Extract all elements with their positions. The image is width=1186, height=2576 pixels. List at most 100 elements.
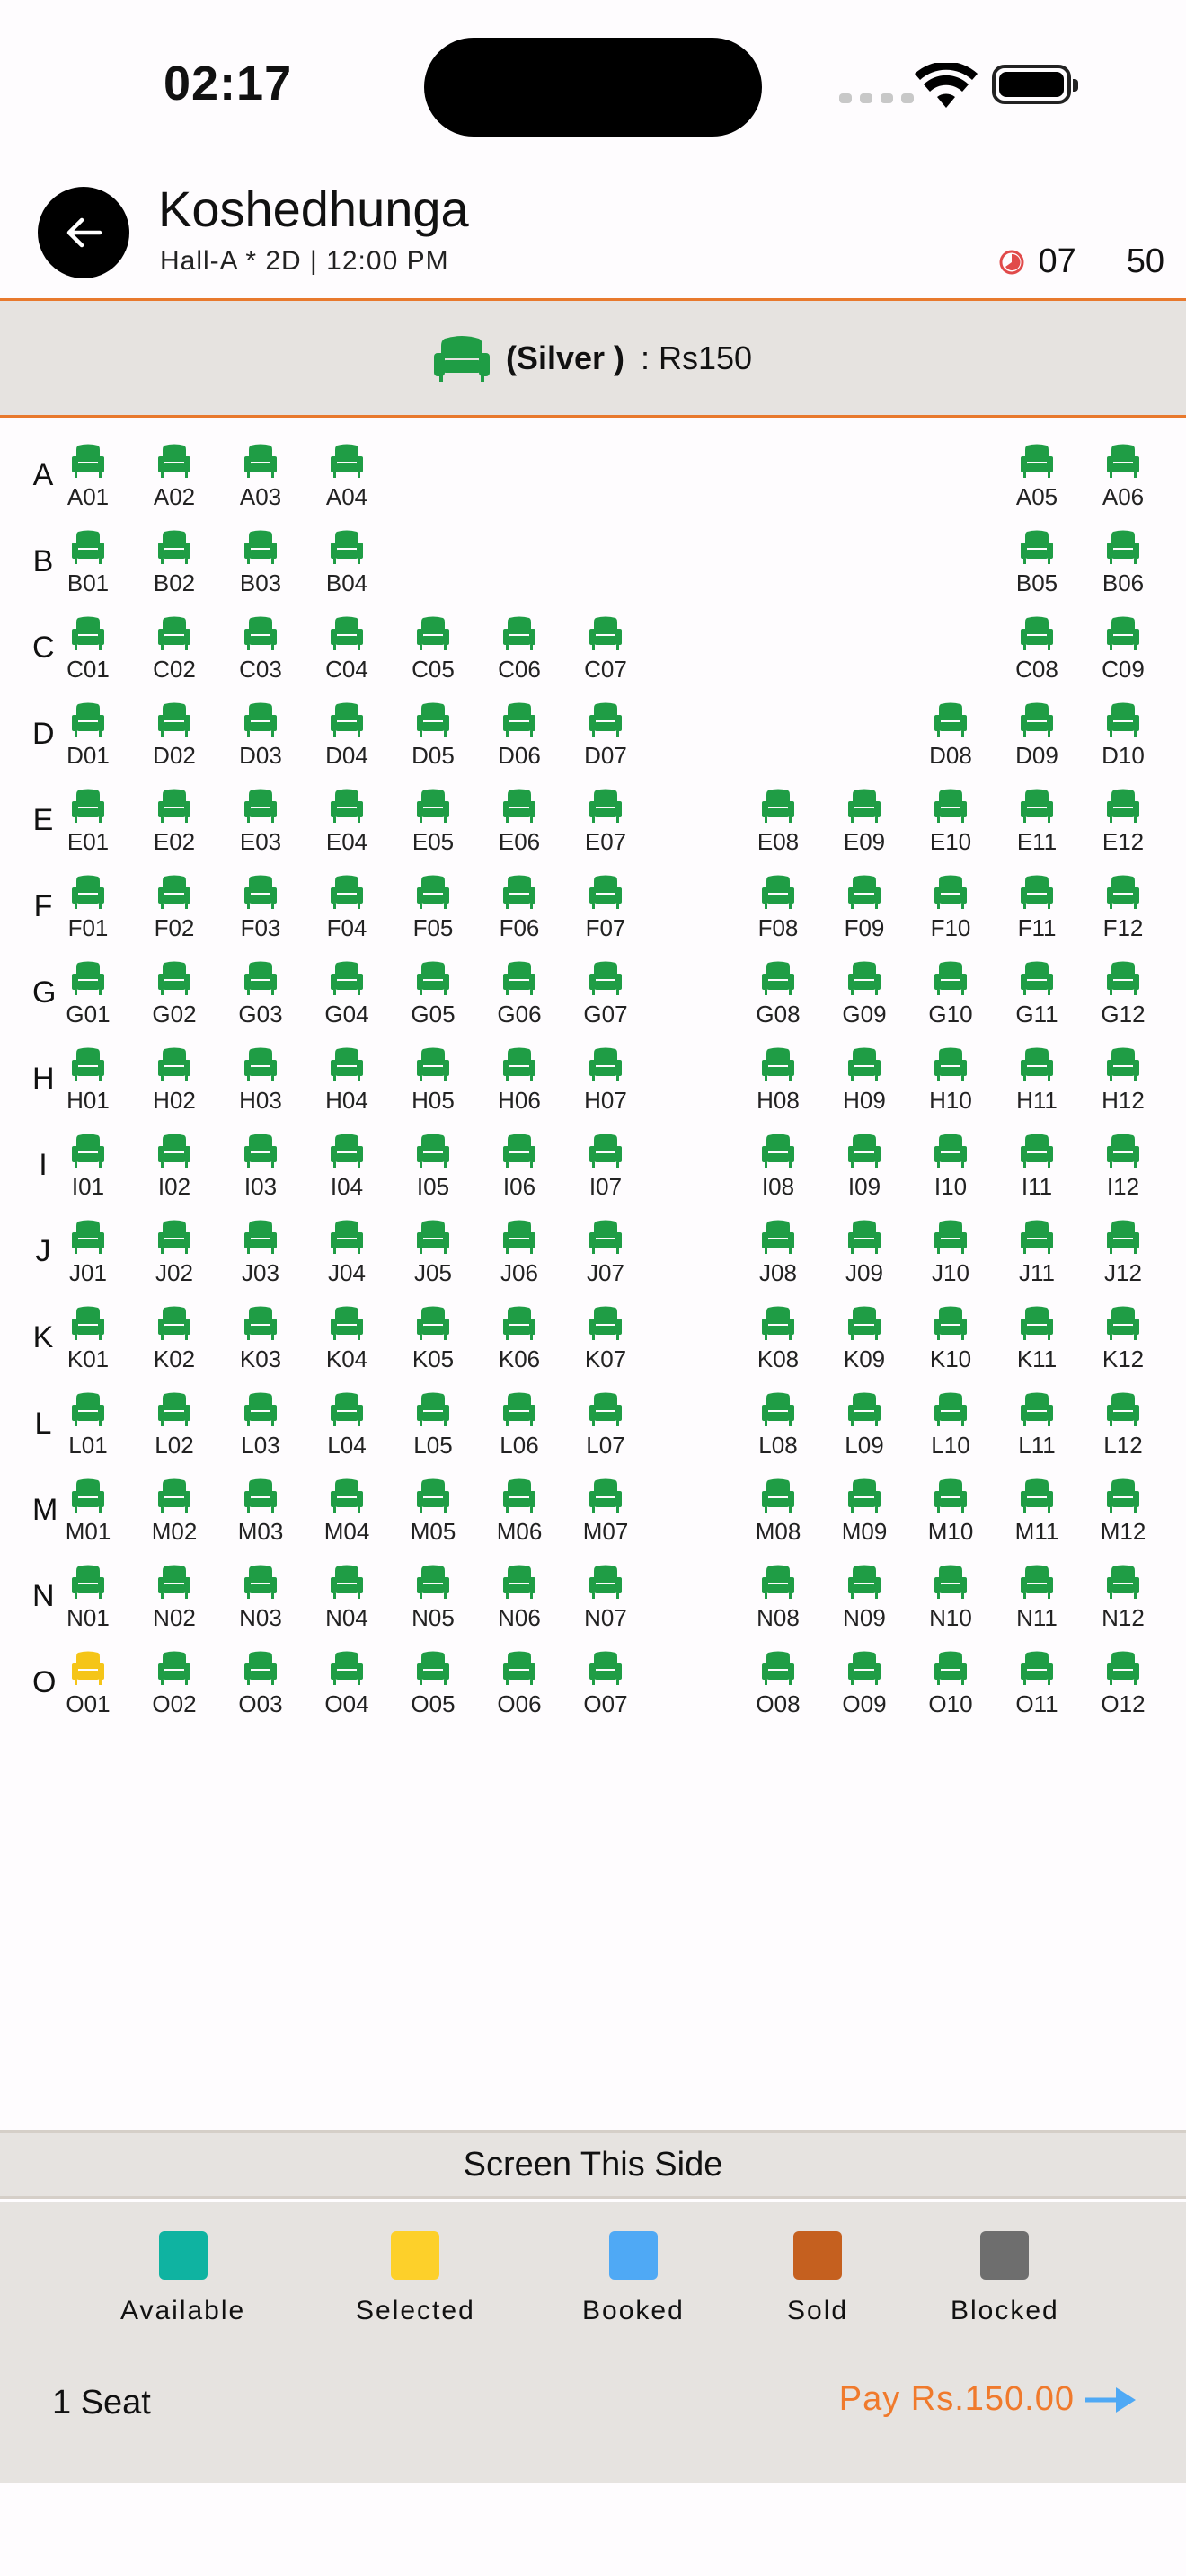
seat[interactable]: L03 [220, 1389, 301, 1469]
seat[interactable]: I07 [565, 1130, 646, 1211]
seat[interactable]: M07 [565, 1475, 646, 1556]
seat[interactable]: N12 [1083, 1561, 1164, 1642]
seat[interactable]: O06 [479, 1647, 560, 1728]
seat[interactable]: C08 [996, 613, 1077, 693]
seat[interactable]: G06 [479, 957, 560, 1038]
seat[interactable]: O01 [48, 1647, 128, 1728]
seat[interactable]: E07 [565, 785, 646, 866]
seat[interactable]: D04 [306, 699, 387, 780]
seat[interactable]: N09 [824, 1561, 905, 1642]
seat[interactable]: A06 [1083, 440, 1164, 521]
seat[interactable]: D01 [48, 699, 128, 780]
seat[interactable]: I12 [1083, 1130, 1164, 1211]
seat[interactable]: B05 [996, 526, 1077, 607]
seat[interactable]: H01 [48, 1044, 128, 1125]
seat[interactable]: F04 [306, 871, 387, 952]
pay-button[interactable]: Pay Rs.150.00 [839, 2380, 1136, 2419]
seat[interactable]: E06 [479, 785, 560, 866]
seat[interactable]: K01 [48, 1302, 128, 1383]
seat[interactable]: F09 [824, 871, 905, 952]
seat[interactable]: H07 [565, 1044, 646, 1125]
seat[interactable]: K02 [134, 1302, 215, 1383]
seat[interactable]: K06 [479, 1302, 560, 1383]
seat[interactable]: L08 [738, 1389, 819, 1469]
seat[interactable]: G01 [48, 957, 128, 1038]
seat[interactable]: E08 [738, 785, 819, 866]
seat[interactable]: H08 [738, 1044, 819, 1125]
seat[interactable]: J05 [393, 1216, 474, 1297]
seat[interactable]: N10 [910, 1561, 991, 1642]
seat[interactable]: E05 [393, 785, 474, 866]
seat[interactable]: G07 [565, 957, 646, 1038]
seat[interactable]: D02 [134, 699, 215, 780]
seat[interactable]: O05 [393, 1647, 474, 1728]
seat[interactable]: B02 [134, 526, 215, 607]
seat[interactable]: H11 [996, 1044, 1077, 1125]
seat[interactable]: N08 [738, 1561, 819, 1642]
seat[interactable]: I03 [220, 1130, 301, 1211]
seat[interactable]: I10 [910, 1130, 991, 1211]
seat[interactable]: M04 [306, 1475, 387, 1556]
seat[interactable]: C01 [48, 613, 128, 693]
seat[interactable]: G10 [910, 957, 991, 1038]
seat[interactable]: I11 [996, 1130, 1077, 1211]
seat[interactable]: O08 [738, 1647, 819, 1728]
seat[interactable]: A05 [996, 440, 1077, 521]
seat[interactable]: G11 [996, 957, 1077, 1038]
seat[interactable]: K07 [565, 1302, 646, 1383]
seat[interactable]: M06 [479, 1475, 560, 1556]
seat[interactable]: G05 [393, 957, 474, 1038]
seat[interactable]: D03 [220, 699, 301, 780]
seat[interactable]: L01 [48, 1389, 128, 1469]
seat[interactable]: J09 [824, 1216, 905, 1297]
seat[interactable]: K04 [306, 1302, 387, 1383]
seat[interactable]: J08 [738, 1216, 819, 1297]
seat[interactable]: J07 [565, 1216, 646, 1297]
seat[interactable]: O07 [565, 1647, 646, 1728]
seat[interactable]: M09 [824, 1475, 905, 1556]
seat[interactable]: J02 [134, 1216, 215, 1297]
seat[interactable]: E01 [48, 785, 128, 866]
seat[interactable]: J10 [910, 1216, 991, 1297]
seat[interactable]: L12 [1083, 1389, 1164, 1469]
seat[interactable]: C06 [479, 613, 560, 693]
seat[interactable]: J01 [48, 1216, 128, 1297]
seat[interactable]: I06 [479, 1130, 560, 1211]
seat[interactable]: J04 [306, 1216, 387, 1297]
seat[interactable]: H10 [910, 1044, 991, 1125]
seat[interactable]: L02 [134, 1389, 215, 1469]
seat[interactable]: B01 [48, 526, 128, 607]
seat[interactable]: C04 [306, 613, 387, 693]
seat[interactable]: L07 [565, 1389, 646, 1469]
seat[interactable]: E02 [134, 785, 215, 866]
seat[interactable]: A01 [48, 440, 128, 521]
seat[interactable]: D10 [1083, 699, 1164, 780]
back-button[interactable] [38, 187, 129, 278]
seat[interactable]: D08 [910, 699, 991, 780]
seat[interactable]: O12 [1083, 1647, 1164, 1728]
seat[interactable]: N06 [479, 1561, 560, 1642]
seat[interactable]: M08 [738, 1475, 819, 1556]
seat[interactable]: J06 [479, 1216, 560, 1297]
seat[interactable]: F12 [1083, 871, 1164, 952]
seat[interactable]: F01 [48, 871, 128, 952]
seat[interactable]: C09 [1083, 613, 1164, 693]
seat[interactable]: G04 [306, 957, 387, 1038]
seat[interactable]: G08 [738, 957, 819, 1038]
seat[interactable]: J11 [996, 1216, 1077, 1297]
seat[interactable]: F02 [134, 871, 215, 952]
seat[interactable]: O03 [220, 1647, 301, 1728]
seat[interactable]: I09 [824, 1130, 905, 1211]
seat[interactable]: L04 [306, 1389, 387, 1469]
seat[interactable]: H05 [393, 1044, 474, 1125]
seat[interactable]: O09 [824, 1647, 905, 1728]
seat[interactable]: F07 [565, 871, 646, 952]
seat[interactable]: O11 [996, 1647, 1077, 1728]
seat[interactable]: L10 [910, 1389, 991, 1469]
seat[interactable]: F08 [738, 871, 819, 952]
seat[interactable]: I08 [738, 1130, 819, 1211]
seat[interactable]: M12 [1083, 1475, 1164, 1556]
seat[interactable]: D07 [565, 699, 646, 780]
seat[interactable]: N07 [565, 1561, 646, 1642]
seat[interactable]: K08 [738, 1302, 819, 1383]
